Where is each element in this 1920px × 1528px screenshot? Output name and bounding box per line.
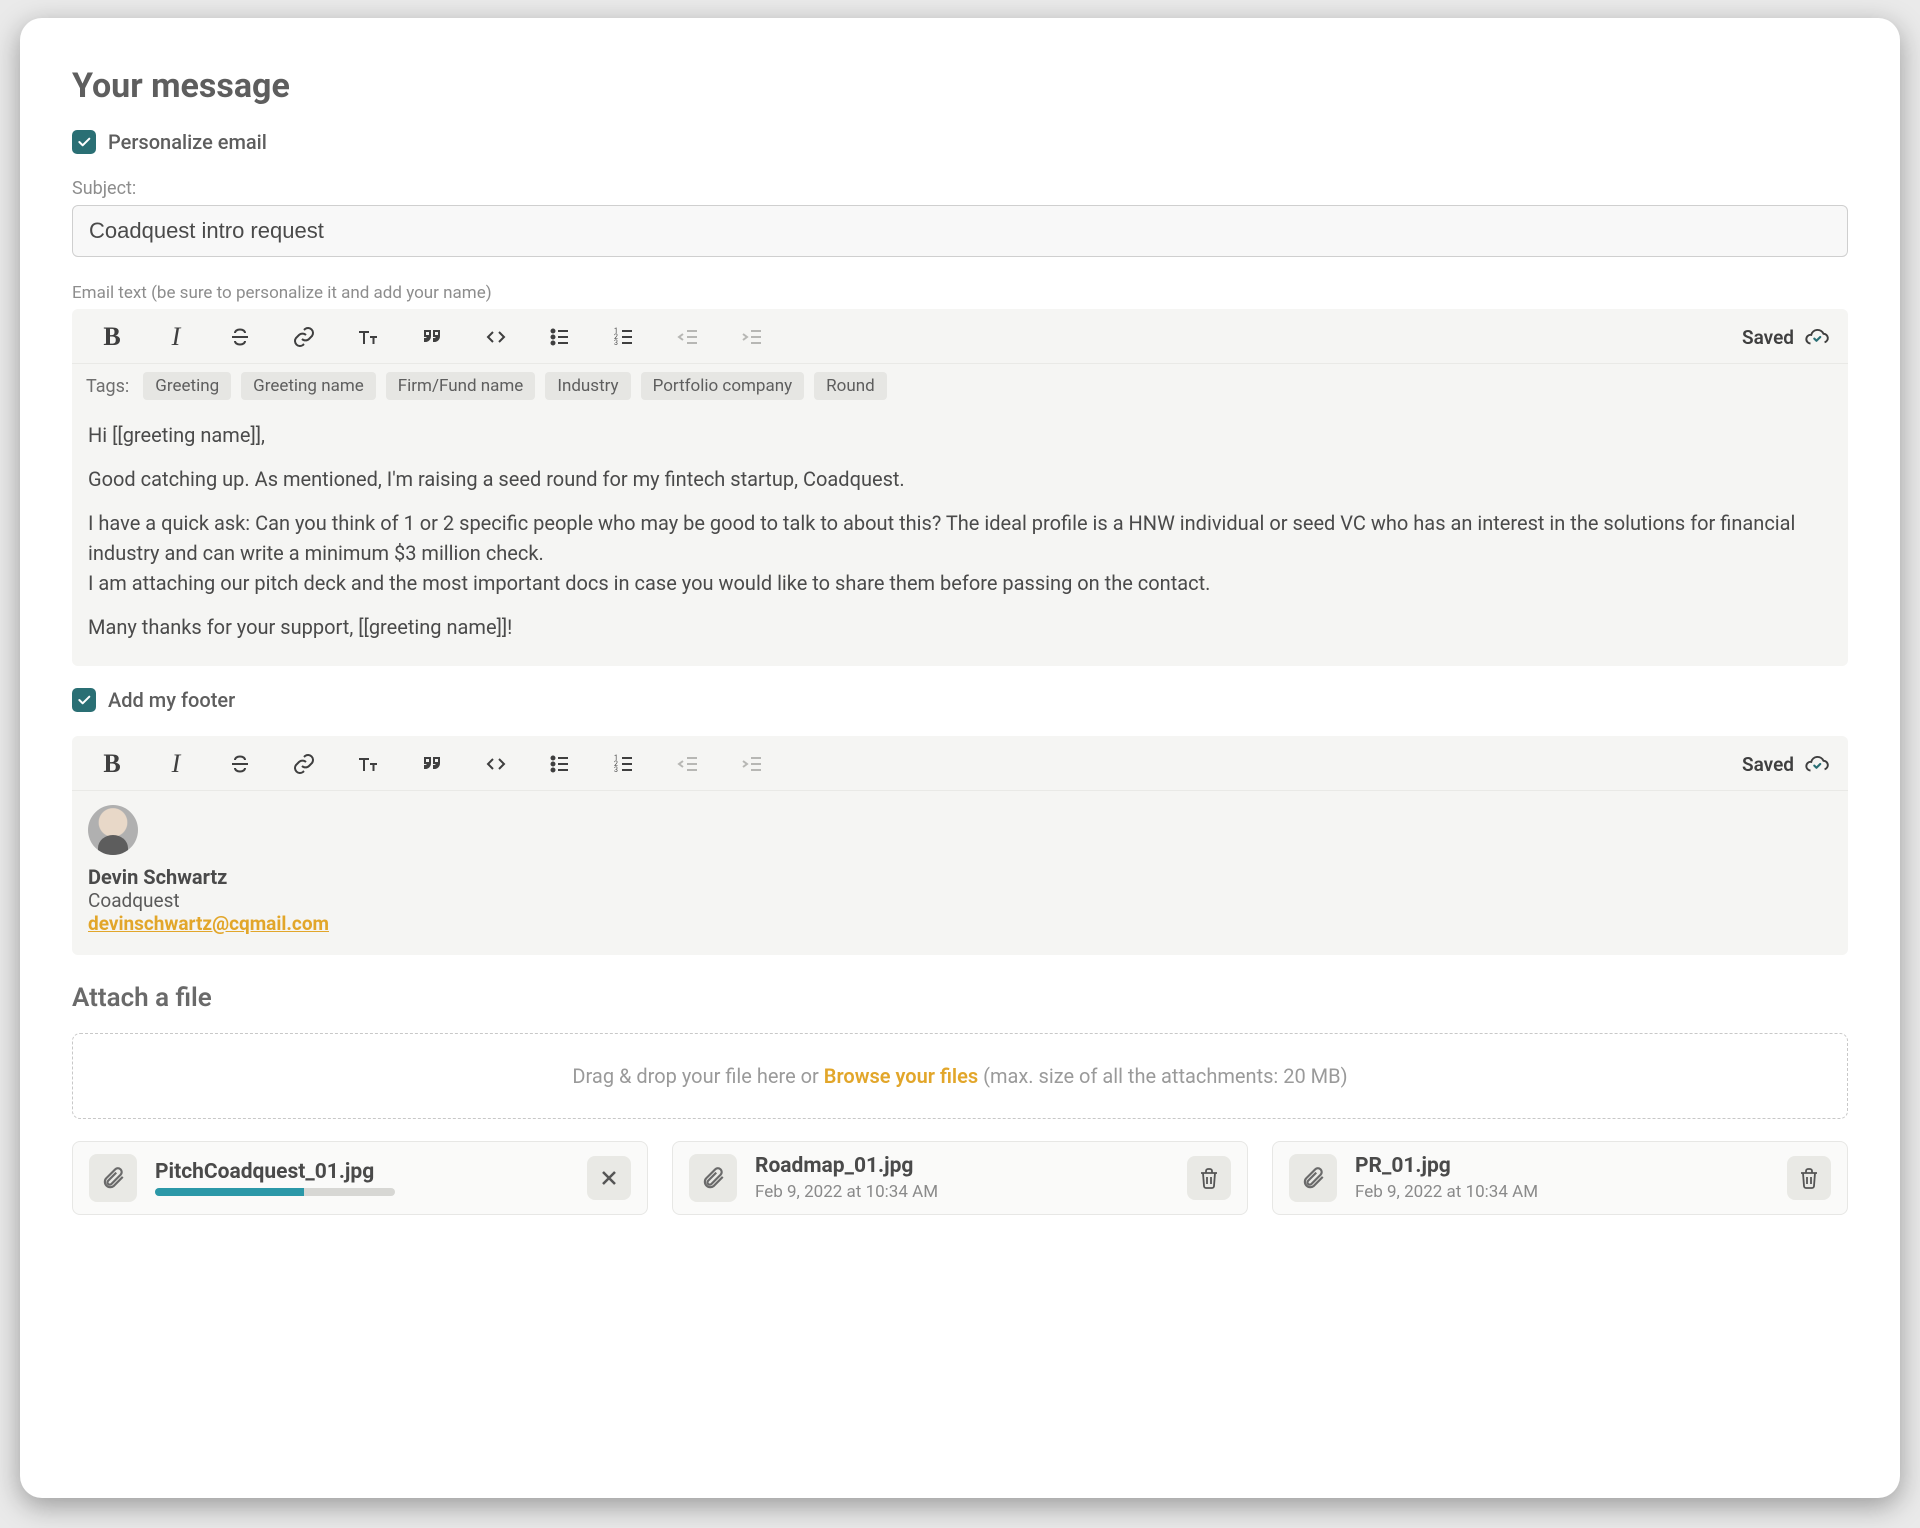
indent-button[interactable] (734, 746, 770, 782)
body-line: I am attaching our pitch deck and the mo… (88, 568, 1832, 598)
check-icon (76, 692, 92, 708)
files-row: PitchCoadquest_01.jpg Roadmap_01.jpg Feb… (72, 1141, 1848, 1215)
file-card-uploading: PitchCoadquest_01.jpg (72, 1141, 648, 1215)
footer-label: Add my footer (108, 688, 235, 712)
cloud-check-icon (1804, 751, 1830, 777)
subject-block: Subject: (72, 178, 1848, 257)
email-body[interactable]: Hi [[greeting name]], Good catching up. … (72, 408, 1848, 666)
file-date: Feb 9, 2022 at 10:34 AM (1355, 1182, 1769, 1202)
dropzone[interactable]: Drag & drop your file here or Browse you… (72, 1033, 1848, 1119)
svg-text:3: 3 (614, 339, 618, 347)
check-icon (76, 134, 92, 150)
signature-block[interactable]: Devin Schwartz Coadquest devinschwartz@c… (72, 791, 1848, 955)
cancel-upload-button[interactable] (587, 1156, 631, 1200)
quote-button[interactable] (414, 746, 450, 782)
link-button[interactable] (286, 319, 322, 355)
footer-row: Add my footer (72, 688, 1848, 712)
delete-file-button[interactable] (1787, 1156, 1831, 1200)
attach-title: Attach a file (72, 983, 1848, 1013)
personalize-row: Personalize email (72, 130, 1848, 154)
tag-industry[interactable]: Industry (545, 372, 630, 400)
subject-label: Subject: (72, 178, 1848, 199)
footer-editor: B I 123 Saved Devin Schwartz Coadquest d… (72, 736, 1848, 955)
tag-portfolio-company[interactable]: Portfolio company (641, 372, 805, 400)
footer-toolbar: B I 123 Saved (72, 736, 1848, 791)
tags-row: Tags: Greeting Greeting name Firm/Fund n… (72, 364, 1848, 408)
link-button[interactable] (286, 746, 322, 782)
paperclip-icon (689, 1154, 737, 1202)
signature-company: Coadquest (88, 889, 1832, 912)
textsize-button[interactable] (350, 319, 386, 355)
quote-button[interactable] (414, 319, 450, 355)
trash-icon (1797, 1166, 1821, 1190)
body-line: I have a quick ask: Can you think of 1 o… (88, 508, 1832, 568)
strike-button[interactable] (222, 319, 258, 355)
file-name: PitchCoadquest_01.jpg (155, 1160, 569, 1184)
italic-button[interactable]: I (158, 746, 194, 782)
ul-button[interactable] (542, 319, 578, 355)
signature-name: Devin Schwartz (88, 865, 1832, 889)
ol-button[interactable]: 123 (606, 319, 642, 355)
email-hint: Email text (be sure to personalize it an… (72, 283, 1848, 303)
svg-text:3: 3 (614, 766, 618, 774)
outdent-button[interactable] (670, 746, 706, 782)
italic-button[interactable]: I (158, 319, 194, 355)
paperclip-icon (89, 1154, 137, 1202)
email-toolbar: B I 123 Saved (72, 309, 1848, 364)
saved-indicator: Saved (1742, 751, 1830, 777)
body-line: Many thanks for your support, [[greeting… (88, 612, 1832, 642)
upload-progress-fill (155, 1188, 304, 1196)
file-name: Roadmap_01.jpg (755, 1154, 1169, 1178)
personalize-label: Personalize email (108, 130, 267, 154)
delete-file-button[interactable] (1187, 1156, 1231, 1200)
close-icon (597, 1166, 621, 1190)
compose-window: Your message Personalize email Subject: … (20, 18, 1900, 1498)
bold-button[interactable]: B (94, 319, 130, 355)
tag-round[interactable]: Round (814, 372, 887, 400)
signature-email[interactable]: devinschwartz@cqmail.com (88, 912, 329, 935)
strike-button[interactable] (222, 746, 258, 782)
subject-input[interactable] (72, 205, 1848, 257)
page-title: Your message (72, 66, 1848, 106)
indent-button[interactable] (734, 319, 770, 355)
browse-link[interactable]: Browse your files (824, 1064, 978, 1088)
ul-button[interactable] (542, 746, 578, 782)
file-name: PR_01.jpg (1355, 1154, 1769, 1178)
code-button[interactable] (478, 319, 514, 355)
drop-text: Drag & drop your file here or (572, 1064, 823, 1088)
saved-label: Saved (1742, 753, 1794, 776)
body-line: Good catching up. As mentioned, I'm rais… (88, 464, 1832, 494)
file-card: Roadmap_01.jpg Feb 9, 2022 at 10:34 AM (672, 1141, 1248, 1215)
saved-label: Saved (1742, 326, 1794, 349)
code-button[interactable] (478, 746, 514, 782)
tag-greeting-name[interactable]: Greeting name (241, 372, 376, 400)
paperclip-icon (1289, 1154, 1337, 1202)
file-card: PR_01.jpg Feb 9, 2022 at 10:34 AM (1272, 1141, 1848, 1215)
drop-limit: (max. size of all the attachments: 20 MB… (978, 1064, 1347, 1088)
body-line: Hi [[greeting name]], (88, 420, 1832, 450)
tag-firm-fund-name[interactable]: Firm/Fund name (386, 372, 536, 400)
saved-indicator: Saved (1742, 324, 1830, 350)
footer-checkbox[interactable] (72, 688, 96, 712)
avatar (88, 805, 138, 855)
ol-button[interactable]: 123 (606, 746, 642, 782)
tags-label: Tags: (86, 376, 129, 397)
bold-button[interactable]: B (94, 746, 130, 782)
personalize-checkbox[interactable] (72, 130, 96, 154)
upload-progress (155, 1188, 395, 1196)
email-editor: B I 123 Saved Tags: Greeting Greeting na… (72, 309, 1848, 666)
textsize-button[interactable] (350, 746, 386, 782)
trash-icon (1197, 1166, 1221, 1190)
outdent-button[interactable] (670, 319, 706, 355)
cloud-check-icon (1804, 324, 1830, 350)
file-date: Feb 9, 2022 at 10:34 AM (755, 1182, 1169, 1202)
tag-greeting[interactable]: Greeting (143, 372, 231, 400)
